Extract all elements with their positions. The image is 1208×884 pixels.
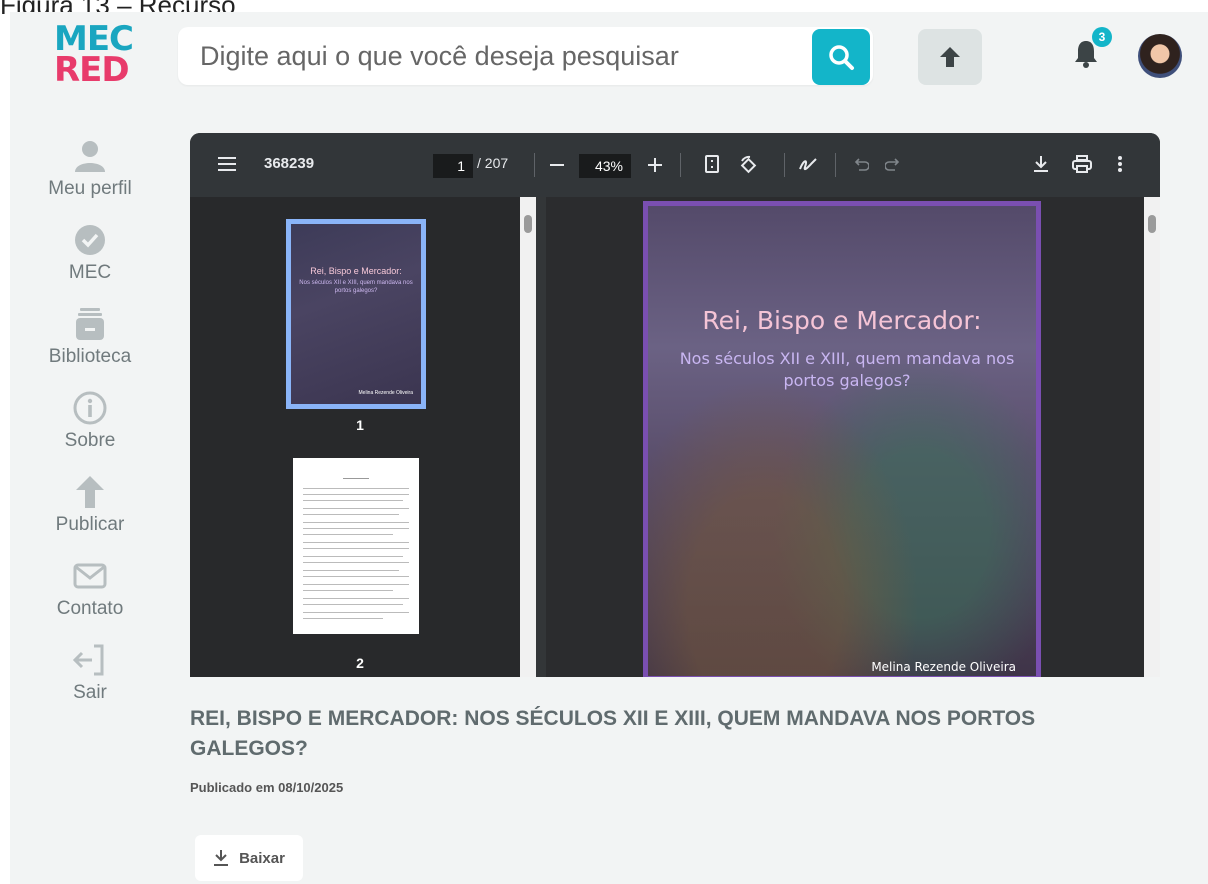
thumbnail-label-2: 2 — [356, 655, 364, 671]
search-button[interactable] — [812, 29, 870, 85]
document-id: 368239 — [264, 155, 315, 172]
pdf-viewer: 368239 1 / 207 43% Rei, Bispo e Mercador… — [190, 133, 1160, 677]
logout-icon — [72, 644, 104, 676]
pdf-page-1: Rei, Bispo e Mercador: Nos séculos XII e… — [643, 201, 1041, 677]
sidebar-item-mec[interactable]: MEC — [28, 222, 152, 284]
thumbnail-author: Melina Rezende Oliveira — [358, 390, 413, 396]
search-icon — [829, 45, 854, 70]
sidebar-item-label: Meu perfil — [48, 178, 132, 199]
avatar[interactable] — [1138, 34, 1182, 78]
download-label: Baixar — [239, 849, 285, 867]
print-icon[interactable] — [1072, 155, 1092, 173]
toolbar-divider — [784, 153, 785, 177]
sidebar-item-label: MEC — [68, 262, 112, 283]
toolbar-divider — [680, 153, 681, 177]
zoom-in-icon[interactable] — [648, 158, 662, 172]
download-icon[interactable] — [1033, 155, 1049, 173]
zoom-out-icon[interactable] — [550, 164, 564, 166]
upload-arrow-icon — [76, 476, 104, 508]
page-thumbnail-2[interactable] — [293, 458, 419, 634]
download-button[interactable]: Baixar — [195, 835, 303, 881]
cover-author: Melina Rezende Oliveira — [871, 660, 1016, 674]
sidebar-item-library[interactable]: Biblioteca — [28, 306, 152, 368]
sidebar-item-about[interactable]: Sobre — [28, 390, 152, 452]
cover-subtitle: Nos séculos XII e XIII, quem mandava nos… — [679, 349, 1015, 390]
resource-title: REI, BISPO E MERCADOR: NOS SÉCULOS XII E… — [190, 707, 1036, 760]
thumbnail-title: Rei, Bispo e Mercador: — [310, 266, 402, 276]
page-thumbnail-1[interactable]: Rei, Bispo e Mercador: Nos séculos XII e… — [286, 219, 426, 409]
app-window: MEC RED 3 Meu perfil MEC — [10, 12, 1208, 884]
menu-icon[interactable] — [218, 157, 236, 171]
sidebar-item-contact[interactable]: Contato — [28, 558, 152, 620]
sidebar-item-label: Contato — [56, 598, 124, 619]
verified-icon — [75, 225, 105, 255]
mecred-logo[interactable]: MEC RED — [54, 22, 134, 90]
mail-icon — [73, 563, 107, 589]
notification-badge: 3 — [1092, 27, 1112, 47]
sidebar-item-logout[interactable]: Sair — [28, 642, 152, 704]
sidebar-item-label: Sair — [73, 682, 107, 703]
scrollbar-thumb[interactable] — [1148, 215, 1156, 233]
cover-title: Rei, Bispo e Mercador: — [702, 306, 982, 335]
toolbar-divider — [835, 153, 836, 177]
toolbar-divider — [534, 153, 535, 177]
upload-arrow-icon — [940, 47, 960, 67]
more-options-icon[interactable] — [1118, 156, 1122, 172]
download-icon — [214, 850, 229, 866]
sidebar-item-label: Sobre — [64, 430, 116, 451]
fit-page-icon[interactable] — [705, 155, 719, 173]
page-scrollbar[interactable] — [1144, 197, 1160, 677]
thumbnail-label-1: 1 — [356, 417, 364, 433]
thumbnail-subtitle: Nos séculos XII e XIII, quem mandava nos… — [299, 280, 413, 294]
published-date: Publicado em 08/10/2025 — [190, 780, 344, 795]
sidebar-item-label: Biblioteca — [48, 346, 132, 367]
thumbnail-panel[interactable]: Rei, Bispo e Mercador: Nos séculos XII e… — [190, 197, 530, 677]
undo-icon[interactable] — [853, 158, 869, 172]
draw-icon[interactable] — [798, 155, 818, 175]
sidebar-item-publish[interactable]: Publicar — [28, 474, 152, 536]
pdf-toolbar: 368239 1 / 207 43% — [190, 133, 1160, 197]
info-icon — [73, 391, 107, 425]
zoom-level[interactable]: 43% — [579, 154, 631, 178]
page-number-input[interactable]: 1 — [433, 154, 473, 178]
upload-button[interactable] — [918, 29, 982, 85]
sidebar-item-label: Publicar — [55, 514, 125, 535]
user-icon — [75, 141, 105, 172]
total-pages: / 207 — [477, 155, 509, 171]
rotate-icon[interactable] — [738, 155, 758, 175]
logo-line-2: RED — [54, 50, 130, 90]
scrollbar-thumb[interactable] — [524, 215, 532, 233]
page-view[interactable]: Rei, Bispo e Mercador: Nos séculos XII e… — [546, 197, 1144, 677]
search-input[interactable] — [200, 39, 800, 73]
sidebar-item-profile[interactable]: Meu perfil — [28, 138, 152, 200]
search-bar — [178, 27, 873, 85]
redo-icon[interactable] — [885, 158, 901, 172]
thumbnail-scrollbar[interactable] — [520, 197, 536, 677]
library-icon — [76, 308, 104, 340]
